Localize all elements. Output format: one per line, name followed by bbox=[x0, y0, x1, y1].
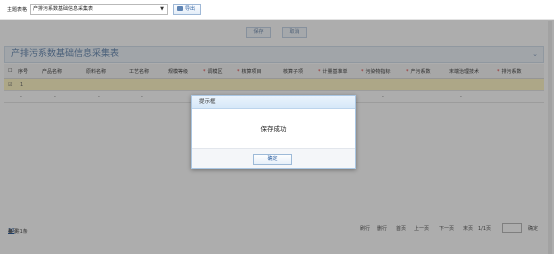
alert-dialog: 提示框 保存成功 确定 bbox=[191, 95, 356, 169]
top-toolbar: 主题表格 产排污系数基础信息采集表 ▼ 导出 bbox=[0, 0, 554, 20]
ok-button[interactable]: 确定 bbox=[253, 154, 292, 165]
page: 主题表格 产排污系数基础信息采集表 ▼ 导出 保存 取消 产排污系数基础信息采集… bbox=[0, 0, 554, 254]
export-button-label: 导出 bbox=[185, 6, 196, 12]
dialog-message: 保存成功 bbox=[260, 125, 287, 133]
dialog-footer: 确定 bbox=[192, 148, 355, 168]
table-select-value: 产排污系数基础信息采集表 bbox=[33, 6, 94, 12]
chevron-down-icon[interactable]: ▼ bbox=[160, 5, 164, 14]
table-select[interactable]: 产排污系数基础信息采集表 ▼ bbox=[30, 4, 168, 15]
dialog-title: 提示框 bbox=[192, 96, 355, 109]
table-select-label: 主题表格 bbox=[7, 7, 28, 13]
export-button[interactable]: 导出 bbox=[173, 4, 201, 15]
printer-icon bbox=[177, 6, 183, 11]
